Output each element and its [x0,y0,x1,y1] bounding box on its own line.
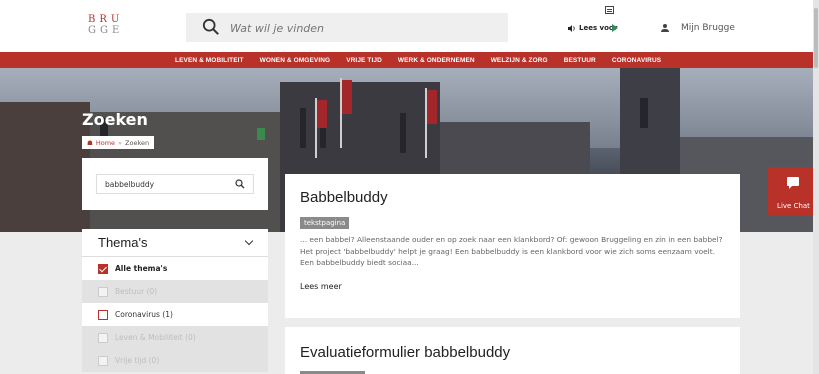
brugge-logo[interactable]: BRU GGE [88,14,123,36]
sidebar-search-input[interactable] [96,174,254,194]
play-icon[interactable] [612,24,618,32]
filter-item-label: Vrije tijd (0) [115,356,160,365]
result-excerpt: ... een babbel? Alleenstaande ouder en o… [300,235,723,267]
filter-item-leven-mobiliteit[interactable]: Leven & Mobiliteit (0) [82,326,268,349]
live-chat-label: Live Chat [777,202,810,210]
checkbox[interactable] [98,355,108,366]
reader-menu-icon[interactable] [605,6,614,14]
live-chat-button[interactable]: Live Chat [768,167,819,215]
scrollbar-thumb[interactable] [814,8,818,68]
mijn-brugge-link[interactable]: Mijn Brugge [661,23,735,33]
site-header: BRU GGE Lees voor Mijn Brugge [0,0,819,52]
chevron-down-icon[interactable] [244,236,254,246]
nav-item-wonen-omgeving[interactable]: WONEN & OMGEVING [260,57,331,64]
result-type-badge: tekstpagina [300,217,350,229]
result-title[interactable]: Babbelbuddy [300,189,388,206]
hero-flag [317,100,327,128]
page-title: Zoeken [82,110,148,129]
nav-item-welzijn-zorg[interactable]: WELZIJN & ZORG [491,57,548,64]
search-result-card: Babbelbuddy tekstpagina ... een babbel? … [285,174,740,318]
user-icon [661,23,669,33]
page-scrollbar[interactable] [813,0,819,374]
theme-filter: Thema's Alle thema's Bestuur (0) Coronav… [82,229,268,372]
speaker-icon [568,24,575,32]
global-search[interactable] [186,13,508,42]
logo-line-1: BRU [88,14,124,25]
checkbox[interactable] [98,332,108,343]
hero-window [400,113,406,153]
checkbox[interactable] [98,286,108,297]
hero-window [640,98,648,128]
nav-item-bestuur[interactable]: BESTUUR [564,57,596,64]
search-result-card: Evaluatieformulier babbelbuddy [285,327,740,374]
read-more-link[interactable]: Lees meer [300,282,342,291]
home-icon[interactable]: ☗ [87,139,93,147]
filter-item-label: Coronavirus (1) [115,310,173,319]
lees-voor-button[interactable]: Lees voor [568,24,617,32]
filter-item-bestuur[interactable]: Bestuur (0) [82,280,268,303]
nav-item-vrije-tijd[interactable]: VRIJE TIJD [346,57,382,64]
filter-item-vrije-tijd[interactable]: Vrije tijd (0) [82,349,268,372]
nav-item-werk-ondernemen[interactable]: WERK & ONDERNEMEN [398,57,475,64]
sidebar-search [82,158,268,210]
theme-filter-header[interactable]: Thema's [82,229,268,257]
breadcrumb-separator: » [118,138,123,147]
checkbox[interactable] [98,309,108,320]
breadcrumb-current: Zoeken [125,138,150,147]
result-title[interactable]: Evaluatieformulier babbelbuddy [300,344,510,361]
filter-item-label: Alle thema's [115,264,168,273]
main-nav: LEVEN & MOBILITEIT WONEN & OMGEVING VRIJ… [0,52,819,68]
filter-item-label: Bestuur (0) [115,287,158,296]
nav-item-leven-mobiliteit[interactable]: LEVEN & MOBILITEIT [175,57,244,64]
chat-icon [787,177,799,189]
search-icon[interactable] [235,179,245,189]
hero-sign [257,128,265,140]
filter-item-coronavirus[interactable]: Coronavirus (1) [82,303,268,326]
nav-item-coronavirus[interactable]: CORONAVIRUS [612,57,661,64]
logo-line-2: GGE [88,25,124,36]
checkbox-checked[interactable] [98,263,108,274]
hero-window [300,108,306,148]
hero-flag [427,90,437,124]
global-search-input[interactable] [230,18,490,38]
filter-item-alle-themas[interactable]: Alle thema's [82,257,268,280]
hero-building [0,102,90,232]
mijn-brugge-label: Mijn Brugge [681,23,735,33]
search-icon[interactable] [202,18,220,36]
theme-filter-title: Thema's [98,235,148,250]
filter-item-label: Leven & Mobiliteit (0) [115,333,196,342]
breadcrumb: ☗ Home » Zoeken [82,136,155,149]
hero-flag [342,80,352,114]
breadcrumb-home[interactable]: Home [96,139,115,147]
